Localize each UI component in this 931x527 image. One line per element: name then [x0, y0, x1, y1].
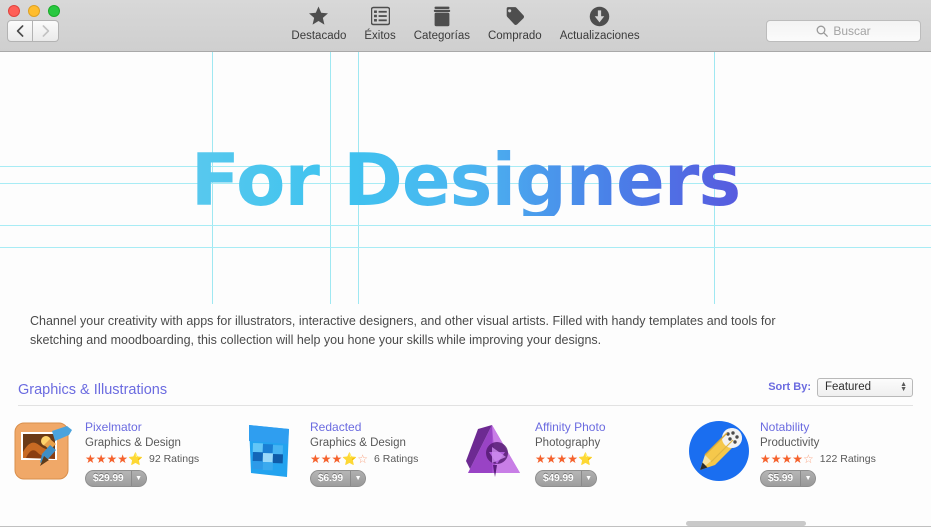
- affinity-photo-icon: [462, 419, 526, 483]
- chevron-down-icon[interactable]: ▼: [800, 471, 816, 487]
- tab-comprado[interactable]: Comprado: [479, 2, 551, 42]
- hero-banner: For Designers: [0, 52, 931, 304]
- redacted-icon: [237, 419, 301, 483]
- section-title[interactable]: Graphics & Illustrations: [18, 382, 167, 398]
- app-list: Pixelmator Graphics & Design ★★★★⭐ 92 Ra…: [12, 417, 919, 488]
- app-rating: ★★★★⭐ 92 Ratings: [85, 453, 199, 465]
- app-store-window: Destacado Éxitos Categorías Comprado Act…: [0, 0, 931, 527]
- app-card[interactable]: Redacted Graphics & Design ★★★⭐☆ 6 Ratin…: [237, 417, 462, 488]
- app-category: Graphics & Design: [310, 437, 406, 450]
- app-info: Affinity Photo Photography ★★★★⭐ $49.99 …: [535, 417, 606, 488]
- star-rating-icon: ★★★★⭐: [85, 452, 143, 467]
- app-info: Redacted Graphics & Design ★★★⭐☆ 6 Ratin…: [310, 417, 418, 488]
- app-name[interactable]: Redacted: [310, 420, 418, 436]
- price-button[interactable]: $49.99 ▼: [535, 470, 597, 488]
- tab-destacado[interactable]: Destacado: [282, 2, 355, 42]
- tab-label: Éxitos: [364, 30, 396, 42]
- price-label: $5.99: [768, 473, 794, 485]
- search-placeholder: Buscar: [833, 24, 871, 38]
- sort-by-label: Sort By:: [768, 381, 811, 394]
- app-rating: ★★★★☆ 122 Ratings: [760, 453, 876, 465]
- tab-exitos[interactable]: Éxitos: [355, 2, 404, 42]
- hero-title: For Designers: [0, 144, 931, 216]
- tab-categorias[interactable]: Categorías: [405, 2, 479, 42]
- app-info: Pixelmator Graphics & Design ★★★★⭐ 92 Ra…: [85, 417, 199, 488]
- toolbar: Destacado Éxitos Categorías Comprado Act…: [0, 0, 931, 52]
- app-card[interactable]: Affinity Photo Photography ★★★★⭐ $49.99 …: [462, 417, 687, 488]
- app-rating: ★★★★⭐: [535, 453, 606, 465]
- chevron-down-icon[interactable]: ▼: [130, 471, 146, 487]
- list-icon: [370, 4, 390, 28]
- sort-by-value: Featured: [825, 381, 872, 394]
- app-name[interactable]: Notability: [760, 420, 876, 436]
- sort-by-select[interactable]: Featured ▲ ▼: [817, 377, 913, 397]
- sort-control: Sort By: Featured ▲ ▼: [768, 377, 913, 398]
- tab-actualizaciones[interactable]: Actualizaciones: [551, 2, 649, 42]
- section-header: Graphics & Illustrations Sort By: Featur…: [18, 377, 913, 406]
- star-rating-icon: ★★★⭐☆: [310, 452, 368, 467]
- price-label: $49.99: [543, 473, 574, 485]
- price-button[interactable]: $5.99 ▼: [760, 470, 817, 488]
- grid-line-horizontal: [0, 225, 931, 226]
- price-button[interactable]: $29.99 ▼: [85, 470, 147, 488]
- star-rating-icon: ★★★★⭐: [535, 452, 593, 467]
- star-icon: [308, 4, 329, 28]
- pixelmator-icon: [12, 419, 76, 483]
- search-icon: [816, 25, 829, 37]
- app-name[interactable]: Pixelmator: [85, 420, 199, 436]
- price-label: $29.99: [93, 473, 124, 485]
- app-category: Productivity: [760, 437, 820, 450]
- categories-icon: [433, 4, 451, 28]
- app-card[interactable]: Pixelmator Graphics & Design ★★★★⭐ 92 Ra…: [12, 417, 237, 488]
- download-icon: [589, 4, 610, 28]
- stepper-arrows-icon: ▲ ▼: [900, 381, 907, 394]
- tab-label: Comprado: [487, 30, 542, 42]
- chevron-down-icon[interactable]: ▼: [580, 471, 596, 487]
- app-category: Graphics & Design: [85, 437, 181, 450]
- grid-line-horizontal: [0, 247, 931, 248]
- tag-icon: [504, 4, 525, 28]
- ratings-count: 92 Ratings: [148, 453, 200, 466]
- notability-icon: [687, 419, 751, 483]
- ratings-count: 122 Ratings: [819, 453, 876, 466]
- collection-description: Channel your creativity with apps for il…: [30, 314, 776, 348]
- price-button[interactable]: $6.99 ▼: [310, 470, 367, 488]
- price-label: $6.99: [318, 473, 344, 485]
- search-field[interactable]: Buscar: [766, 20, 921, 42]
- app-category: Photography: [535, 437, 601, 450]
- app-name[interactable]: Affinity Photo: [535, 420, 606, 436]
- tab-label: Categorías: [413, 30, 470, 42]
- app-rating: ★★★⭐☆ 6 Ratings: [310, 453, 418, 465]
- ratings-count: 6 Ratings: [373, 453, 419, 466]
- app-info: Notability Productivity ★★★★☆ 122 Rating…: [760, 417, 876, 488]
- tab-label: Actualizaciones: [559, 30, 640, 42]
- chevron-down-icon[interactable]: ▼: [350, 471, 366, 487]
- tab-label: Destacado: [291, 30, 347, 42]
- star-rating-icon: ★★★★☆: [760, 452, 814, 467]
- app-card[interactable]: Notability Productivity ★★★★☆ 122 Rating…: [687, 417, 912, 488]
